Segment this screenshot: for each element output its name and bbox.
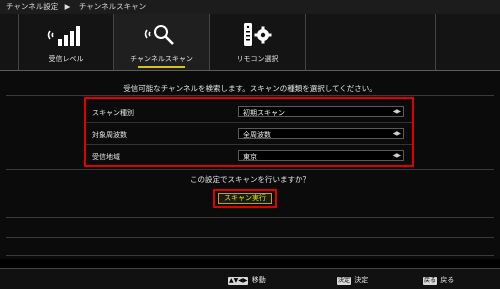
tab-signal-level-label: 受信レベル	[48, 55, 84, 63]
confirm-key-icon: 決定	[337, 277, 352, 285]
channel-scan-icon	[144, 25, 174, 45]
setting-row-region: 受信地域 東京 ◀▶	[86, 145, 412, 167]
tab-spacer	[306, 14, 436, 70]
back-hint: 戻る 戻る	[423, 275, 454, 285]
left-right-arrows-icon[interactable]: ◀▶	[393, 108, 401, 115]
move-hint: ▲▼◀▶ 移動	[228, 275, 266, 285]
region-select[interactable]: 東京 ◀▶	[238, 150, 404, 161]
setting-row-scan-type: スキャン種別 初期スキャン ◀▶	[86, 101, 412, 123]
breadcrumb-current: チャンネルスキャン	[78, 2, 147, 11]
setting-row-frequency: 対象周波数 全周波数 ◀▶	[86, 123, 412, 145]
left-right-arrows-icon[interactable]: ◀▶	[393, 130, 401, 137]
breadcrumb: チャンネル設定 ▶ チャンネルスキャン	[0, 0, 500, 14]
instruction-text: 受信可能なチャンネルを検索します。スキャンの種類を選択してください。	[123, 84, 377, 93]
tab-remote-settings[interactable]: リモコン選択	[210, 14, 306, 70]
divider	[6, 217, 494, 218]
tab-channel-scan-label: チャンネルスキャン	[114, 54, 209, 68]
back-key-icon: 戻る	[423, 277, 438, 285]
tab-channel-scan[interactable]: チャンネルスキャン	[114, 14, 210, 70]
scan-type-value: 初期スキャン	[243, 109, 285, 117]
breadcrumb-parent: チャンネル設定	[6, 2, 59, 11]
frequency-select[interactable]: 全周波数 ◀▶	[238, 128, 404, 139]
back-hint-label: 戻る	[440, 276, 455, 284]
divider	[6, 255, 494, 256]
confirm-hint: 決定 決定	[337, 275, 368, 285]
divider	[6, 237, 494, 238]
exec-highlight: スキャン実行	[213, 189, 277, 208]
frequency-value: 全周波数	[243, 131, 271, 139]
breadcrumb-separator: ▶	[64, 2, 71, 11]
divider	[6, 95, 494, 96]
arrow-keys-icon: ▲▼◀▶	[228, 277, 249, 285]
region-label: 受信地域	[92, 153, 120, 161]
scan-execute-button[interactable]: スキャン実行	[218, 193, 272, 204]
scan-type-select[interactable]: 初期スキャン ◀▶	[238, 106, 404, 117]
tab-remote-settings-label: リモコン選択	[236, 55, 279, 63]
left-right-arrows-icon[interactable]: ◀▶	[393, 152, 401, 159]
settings-group: スキャン種別 初期スキャン ◀▶ 対象周波数 全周波数 ◀▶ 受信地域 東京 ◀…	[84, 97, 414, 167]
confirm-question: この設定でスキャンを行いますか？	[190, 175, 310, 184]
scan-panel: 受信可能なチャンネルを検索します。スキャンの種類を選択してください。 スキャン種…	[0, 71, 500, 259]
region-value: 東京	[243, 153, 257, 161]
confirm-hint-label: 決定	[354, 276, 369, 284]
tab-bar: 受信レベル チャンネルスキャン リモコン選択	[0, 14, 500, 71]
signal-level-icon	[47, 26, 80, 46]
scan-type-label: スキャン種別	[92, 109, 134, 117]
divider	[6, 169, 494, 170]
remote-settings-icon	[243, 23, 271, 46]
frequency-label: 対象周波数	[92, 131, 127, 139]
footer-hints: ▲▼◀▶ 移動 決定 決定 戻る 戻る	[0, 268, 500, 289]
tab-signal-level[interactable]: 受信レベル	[18, 14, 114, 70]
move-hint-label: 移動	[251, 276, 266, 284]
